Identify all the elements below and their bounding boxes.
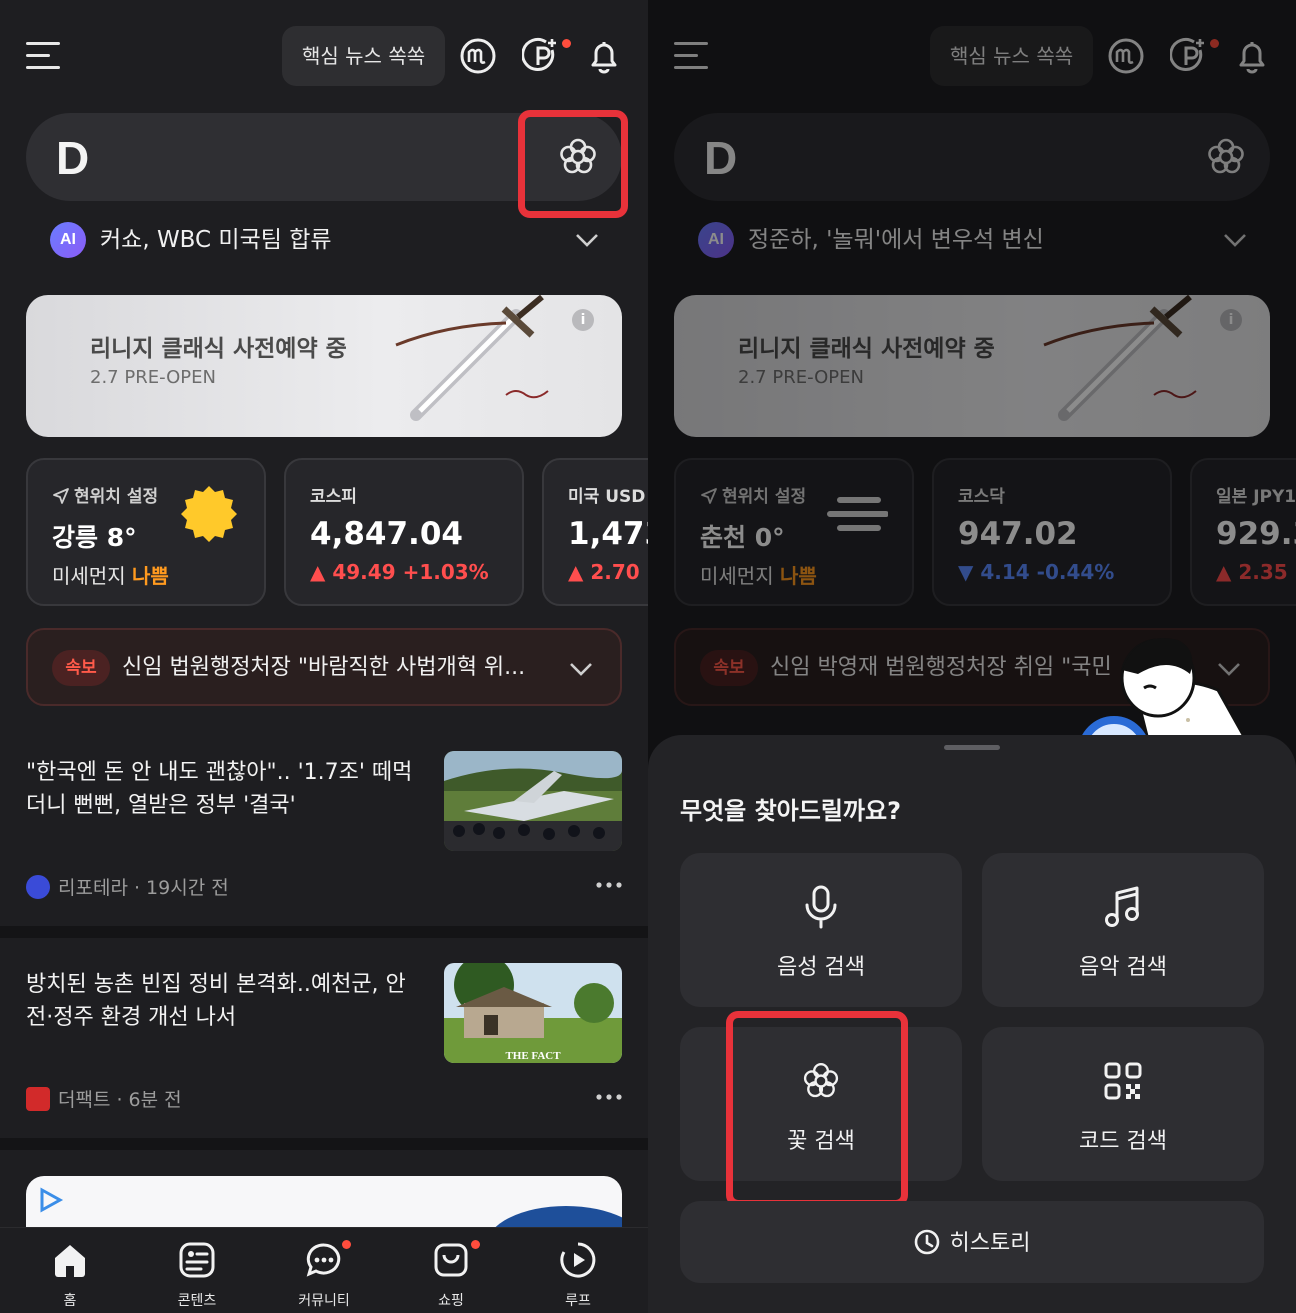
- history-button[interactable]: 히스토리: [680, 1201, 1264, 1283]
- usd-value: 1,473: [568, 516, 648, 552]
- weather-temperature: 강릉 8°: [52, 523, 137, 552]
- ad-play-icon: [40, 1187, 64, 1213]
- source-logo-icon: [26, 875, 50, 899]
- location-arrow-icon: [53, 488, 69, 504]
- ai-badge: AI: [50, 222, 86, 258]
- article-source[interactable]: 리포테라 · 19시간 전: [26, 873, 229, 900]
- music-search-label: 음악 검색: [1079, 955, 1167, 980]
- sun-icon: [181, 486, 237, 542]
- ai-headline-text: 커쇼, WBC 미국팀 합류: [100, 227, 332, 253]
- bell-icon[interactable]: [584, 36, 624, 76]
- news-article[interactable]: 방치된 농촌 빈집 정비 본격화..예천군, 안전·정주 환경 개선 나서 TH…: [0, 952, 648, 1142]
- kospi-label: 코스피: [310, 487, 357, 507]
- code-search-button[interactable]: 코드 검색: [982, 1027, 1264, 1181]
- clock-icon: [914, 1229, 939, 1255]
- community-icon: [306, 1243, 341, 1277]
- m-icon[interactable]: [458, 36, 498, 76]
- notification-dot: [562, 39, 571, 48]
- chevron-down-icon[interactable]: [574, 230, 600, 250]
- nav-shopping[interactable]: 쇼핑: [401, 1240, 501, 1310]
- ad-title: 리니지 클래식 사전예약 중: [90, 336, 347, 362]
- history-label-group: 히스토리: [914, 1225, 1030, 1257]
- fine-dust-status: 미세먼지 나쁨: [52, 564, 169, 588]
- music-search-button[interactable]: 음악 검색: [982, 853, 1264, 1007]
- nav-loop[interactable]: 루프: [528, 1240, 628, 1310]
- flower-tile-highlight: [726, 1011, 908, 1207]
- sheet-title: 무엇을 찾아드릴까요?: [680, 797, 901, 825]
- home-screen-right: 핵심 뉴스 쏙쏙 D AI 정준하, '놀뭐'에서 변우석 변신 리니지 클래식…: [648, 0, 1296, 1313]
- article-thumbnail[interactable]: [444, 751, 622, 851]
- more-options-icon[interactable]: [596, 881, 622, 889]
- thumbnail-watermark: THE FACT: [505, 1050, 561, 1062]
- weather-widget[interactable]: 현위치 설정 강릉 8° 미세먼지 나쁨: [26, 458, 266, 606]
- search-options-sheet: 무엇을 찾아드릴까요? 음성 검색 음악 검색 꽃 검색 코드 검색 히스토리: [648, 735, 1296, 1313]
- usd-label: 미국 USD: [568, 487, 646, 507]
- flower-button-highlight: [518, 110, 628, 218]
- point-icon[interactable]: [522, 36, 562, 76]
- section-divider: [0, 1138, 648, 1150]
- news-article[interactable]: "한국엔 돈 안 내도 괜찮아".. '1.7조' 떼먹더니 뻔뻔, 열받은 정…: [0, 740, 648, 930]
- notification-dot: [471, 1240, 480, 1249]
- sheet-handle[interactable]: [944, 745, 1000, 750]
- more-options-icon[interactable]: [596, 1093, 622, 1101]
- qr-code-icon: [1104, 1062, 1142, 1100]
- daum-logo: D: [56, 132, 90, 184]
- ad-banner[interactable]: 리니지 클래식 사전예약 중 2.7 PRE-OPEN i: [26, 295, 622, 437]
- home-screen-left: 핵심 뉴스 쏙쏙 D AI 커쇼, WBC 미국팀 합류 리니지 클래식 사전예…: [0, 0, 648, 1313]
- article-title[interactable]: "한국엔 돈 안 내도 괜찮아".. '1.7조' 떼먹더니 뻔뻔, 열받은 정…: [26, 756, 426, 822]
- article-thumbnail[interactable]: THE FACT: [444, 963, 622, 1063]
- voice-search-label: 음성 검색: [777, 955, 865, 980]
- microphone-icon: [805, 885, 837, 929]
- chevron-down-icon[interactable]: [568, 659, 594, 679]
- music-note-icon: [1105, 886, 1139, 927]
- shopping-icon: [434, 1243, 468, 1277]
- article-title[interactable]: 방치된 농촌 빈집 정비 본격화..예천군, 안전·정주 환경 개선 나서: [26, 968, 426, 1034]
- home-icon: [55, 1245, 85, 1277]
- breaking-badge: 속보: [52, 650, 110, 686]
- top-bar: 핵심 뉴스 쏙쏙: [0, 24, 648, 88]
- ai-headline[interactable]: AI 커쇼, WBC 미국팀 합류: [50, 220, 600, 260]
- news-summary-pill[interactable]: 핵심 뉴스 쏙쏙: [282, 26, 446, 86]
- ad-info-icon[interactable]: i: [572, 309, 594, 331]
- contents-icon: [179, 1242, 215, 1278]
- menu-icon[interactable]: [26, 40, 62, 72]
- bottom-navigation: 홈 콘텐츠 커뮤니티 쇼핑 루프: [0, 1227, 648, 1313]
- breaking-news-bar[interactable]: 속보 신임 법원행정처장 "바람직한 사법개혁 위...: [26, 628, 622, 706]
- source-logo-icon: [26, 1087, 50, 1111]
- code-search-label: 코드 검색: [1079, 1129, 1167, 1154]
- article-source[interactable]: 더팩트 · 6분 전: [26, 1085, 182, 1112]
- kospi-value: 4,847.04: [310, 516, 463, 552]
- loop-icon: [560, 1242, 596, 1278]
- ad-subtitle: 2.7 PRE-OPEN: [90, 367, 216, 388]
- breaking-news-text: 신임 법원행정처장 "바람직한 사법개혁 위...: [122, 655, 526, 680]
- kospi-change: ▲ 49.49 +1.03%: [310, 560, 489, 584]
- notification-dot: [342, 1240, 351, 1249]
- nav-home[interactable]: 홈: [20, 1240, 120, 1310]
- usd-change: ▲ 2.70 +: [568, 560, 648, 584]
- voice-search-button[interactable]: 음성 검색: [680, 853, 962, 1007]
- section-divider: [0, 926, 648, 938]
- nav-community[interactable]: 커뮤니티: [274, 1240, 374, 1310]
- nav-contents[interactable]: 콘텐츠: [147, 1240, 247, 1310]
- kospi-widget[interactable]: 코스피 4,847.04 ▲ 49.49 +1.03%: [284, 458, 524, 606]
- sword-image: [395, 295, 549, 421]
- location-setting-label[interactable]: 현위치 설정: [52, 482, 158, 507]
- usd-widget[interactable]: 미국 USD 1,473 ▲ 2.70 +: [542, 458, 648, 606]
